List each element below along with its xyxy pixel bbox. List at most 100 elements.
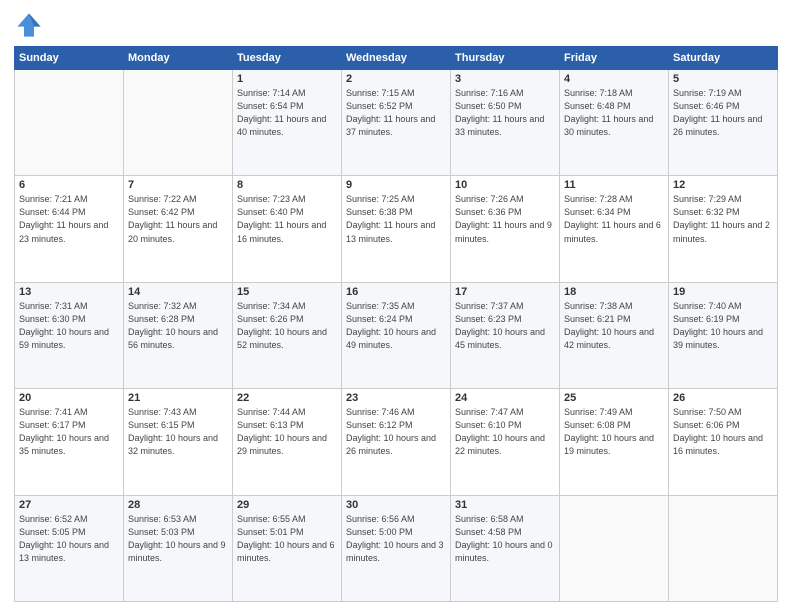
calendar-cell: 10Sunrise: 7:26 AM Sunset: 6:36 PM Dayli… xyxy=(451,176,560,282)
day-info: Sunrise: 7:41 AM Sunset: 6:17 PM Dayligh… xyxy=(19,406,119,458)
calendar-cell: 16 Sunrise: 7:35 AM Sunset: 6:24 PM Dayli… xyxy=(342,282,451,388)
weekday-header-row: SundayMondayTuesdayWednesdayThursdayFrid… xyxy=(15,47,778,70)
calendar-cell xyxy=(560,495,669,601)
day-number: 19 xyxy=(673,286,773,298)
page: SundayMondayTuesdayWednesdayThursdayFrid… xyxy=(0,0,792,612)
day-number: 8 xyxy=(237,179,337,191)
day-info: Sunrise: 7:29 AM Sunset: 6:32 PM Dayligh… xyxy=(673,193,773,245)
day-info: Sunrise: 6:53 AM Sunset: 5:03 PM Dayligh… xyxy=(128,513,228,565)
day-info: Sunrise: 7:40 AM Sunset: 6:19 PM Dayligh… xyxy=(673,300,773,352)
day-number: 4 xyxy=(564,73,664,85)
day-info: Sunrise: 6:52 AM Sunset: 5:05 PM Dayligh… xyxy=(19,513,119,565)
calendar-week-row: 6 Sunrise: 7:21 AM Sunset: 6:44 PM Daylig… xyxy=(15,176,778,282)
day-info: Sunrise: 7:37 AM Sunset: 6:23 PM Dayligh… xyxy=(455,300,555,352)
day-info: Sunrise: 7:47 AM Sunset: 6:10 PM Dayligh… xyxy=(455,406,555,458)
weekday-header-cell: Friday xyxy=(560,47,669,70)
day-number: 11 xyxy=(564,179,664,191)
day-number: 30 xyxy=(346,499,446,511)
calendar-cell: 2 Sunrise: 7:15 AM Sunset: 6:52 PM Daylig… xyxy=(342,70,451,176)
day-info: Sunrise: 7:14 AM Sunset: 6:54 PM Dayligh… xyxy=(237,87,337,139)
day-info: Sunrise: 7:43 AM Sunset: 6:15 PM Dayligh… xyxy=(128,406,228,458)
day-info: Sunrise: 7:18 AM Sunset: 6:48 PM Dayligh… xyxy=(564,87,664,139)
logo-icon xyxy=(14,10,44,40)
calendar-cell: 21 Sunrise: 7:43 AM Sunset: 6:15 PM Dayli… xyxy=(124,389,233,495)
calendar-cell xyxy=(124,70,233,176)
day-number: 9 xyxy=(346,179,446,191)
day-info: Sunrise: 7:23 AM Sunset: 6:40 PM Dayligh… xyxy=(237,193,337,245)
calendar-cell: 22Sunrise: 7:44 AM Sunset: 6:13 PM Dayli… xyxy=(233,389,342,495)
day-number: 1 xyxy=(237,73,337,85)
day-number: 25 xyxy=(564,392,664,404)
calendar-cell: 26Sunrise: 7:50 AM Sunset: 6:06 PM Dayli… xyxy=(669,389,778,495)
calendar-cell: 9 Sunrise: 7:25 AM Sunset: 6:38 PM Daylig… xyxy=(342,176,451,282)
calendar-cell: 13 Sunrise: 7:31 AM Sunset: 6:30 PM Dayli… xyxy=(15,282,124,388)
day-number: 15 xyxy=(237,286,337,298)
day-number: 27 xyxy=(19,499,119,511)
day-number: 31 xyxy=(455,499,555,511)
logo xyxy=(14,10,48,40)
day-number: 28 xyxy=(128,499,228,511)
day-info: Sunrise: 7:25 AM Sunset: 6:38 PM Dayligh… xyxy=(346,193,446,245)
header xyxy=(14,10,778,40)
day-info: Sunrise: 7:34 AM Sunset: 6:26 PM Dayligh… xyxy=(237,300,337,352)
day-info: Sunrise: 7:22 AM Sunset: 6:42 PM Dayligh… xyxy=(128,193,228,245)
day-info: Sunrise: 7:16 AM Sunset: 6:50 PM Dayligh… xyxy=(455,87,555,139)
day-number: 23 xyxy=(346,392,446,404)
calendar-cell: 14Sunrise: 7:32 AM Sunset: 6:28 PM Dayli… xyxy=(124,282,233,388)
day-info: Sunrise: 6:58 AM Sunset: 4:58 PM Dayligh… xyxy=(455,513,555,565)
weekday-header-cell: Thursday xyxy=(451,47,560,70)
calendar-cell: 12 Sunrise: 7:29 AM Sunset: 6:32 PM Dayli… xyxy=(669,176,778,282)
calendar-cell: 19 Sunrise: 7:40 AM Sunset: 6:19 PM Dayli… xyxy=(669,282,778,388)
calendar-cell: 4 Sunrise: 7:18 AM Sunset: 6:48 PM Daylig… xyxy=(560,70,669,176)
day-info: Sunrise: 7:15 AM Sunset: 6:52 PM Dayligh… xyxy=(346,87,446,139)
calendar-cell: 27 Sunrise: 6:52 AM Sunset: 5:05 PM Dayli… xyxy=(15,495,124,601)
day-info: Sunrise: 7:19 AM Sunset: 6:46 PM Dayligh… xyxy=(673,87,773,139)
calendar-cell: 30 Sunrise: 6:56 AM Sunset: 5:00 PM Dayli… xyxy=(342,495,451,601)
calendar-cell: 5 Sunrise: 7:19 AM Sunset: 6:46 PM Daylig… xyxy=(669,70,778,176)
day-info: Sunrise: 6:56 AM Sunset: 5:00 PM Dayligh… xyxy=(346,513,446,565)
calendar-cell: 24 Sunrise: 7:47 AM Sunset: 6:10 PM Dayli… xyxy=(451,389,560,495)
calendar-cell xyxy=(15,70,124,176)
weekday-header-cell: Monday xyxy=(124,47,233,70)
day-info: Sunrise: 6:55 AM Sunset: 5:01 PM Dayligh… xyxy=(237,513,337,565)
day-number: 3 xyxy=(455,73,555,85)
calendar-week-row: 20Sunrise: 7:41 AM Sunset: 6:17 PM Dayli… xyxy=(15,389,778,495)
calendar-cell: 31 Sunrise: 6:58 AM Sunset: 4:58 PM Dayli… xyxy=(451,495,560,601)
weekday-header-cell: Tuesday xyxy=(233,47,342,70)
calendar-table: SundayMondayTuesdayWednesdayThursdayFrid… xyxy=(14,46,778,602)
day-number: 21 xyxy=(128,392,228,404)
day-info: Sunrise: 7:38 AM Sunset: 6:21 PM Dayligh… xyxy=(564,300,664,352)
day-info: Sunrise: 7:31 AM Sunset: 6:30 PM Dayligh… xyxy=(19,300,119,352)
day-info: Sunrise: 7:49 AM Sunset: 6:08 PM Dayligh… xyxy=(564,406,664,458)
day-number: 26 xyxy=(673,392,773,404)
calendar-week-row: 1 Sunrise: 7:14 AM Sunset: 6:54 PM Daylig… xyxy=(15,70,778,176)
day-number: 16 xyxy=(346,286,446,298)
calendar-cell: 1 Sunrise: 7:14 AM Sunset: 6:54 PM Daylig… xyxy=(233,70,342,176)
day-info: Sunrise: 7:21 AM Sunset: 6:44 PM Dayligh… xyxy=(19,193,119,245)
day-number: 18 xyxy=(564,286,664,298)
day-number: 5 xyxy=(673,73,773,85)
day-number: 6 xyxy=(19,179,119,191)
calendar-cell: 6 Sunrise: 7:21 AM Sunset: 6:44 PM Daylig… xyxy=(15,176,124,282)
day-number: 13 xyxy=(19,286,119,298)
calendar-cell: 18 Sunrise: 7:38 AM Sunset: 6:21 PM Dayli… xyxy=(560,282,669,388)
weekday-header-cell: Saturday xyxy=(669,47,778,70)
day-number: 14 xyxy=(128,286,228,298)
calendar-week-row: 27 Sunrise: 6:52 AM Sunset: 5:05 PM Dayli… xyxy=(15,495,778,601)
calendar-cell: 29Sunrise: 6:55 AM Sunset: 5:01 PM Dayli… xyxy=(233,495,342,601)
day-info: Sunrise: 7:46 AM Sunset: 6:12 PM Dayligh… xyxy=(346,406,446,458)
calendar-cell: 20Sunrise: 7:41 AM Sunset: 6:17 PM Dayli… xyxy=(15,389,124,495)
day-number: 17 xyxy=(455,286,555,298)
calendar-cell: 7 Sunrise: 7:22 AM Sunset: 6:42 PM Daylig… xyxy=(124,176,233,282)
day-number: 22 xyxy=(237,392,337,404)
day-number: 12 xyxy=(673,179,773,191)
day-number: 2 xyxy=(346,73,446,85)
calendar-cell: 23 Sunrise: 7:46 AM Sunset: 6:12 PM Dayli… xyxy=(342,389,451,495)
day-number: 7 xyxy=(128,179,228,191)
day-number: 10 xyxy=(455,179,555,191)
calendar-cell: 3 Sunrise: 7:16 AM Sunset: 6:50 PM Daylig… xyxy=(451,70,560,176)
weekday-header-cell: Wednesday xyxy=(342,47,451,70)
calendar-cell xyxy=(669,495,778,601)
day-number: 24 xyxy=(455,392,555,404)
day-info: Sunrise: 7:35 AM Sunset: 6:24 PM Dayligh… xyxy=(346,300,446,352)
